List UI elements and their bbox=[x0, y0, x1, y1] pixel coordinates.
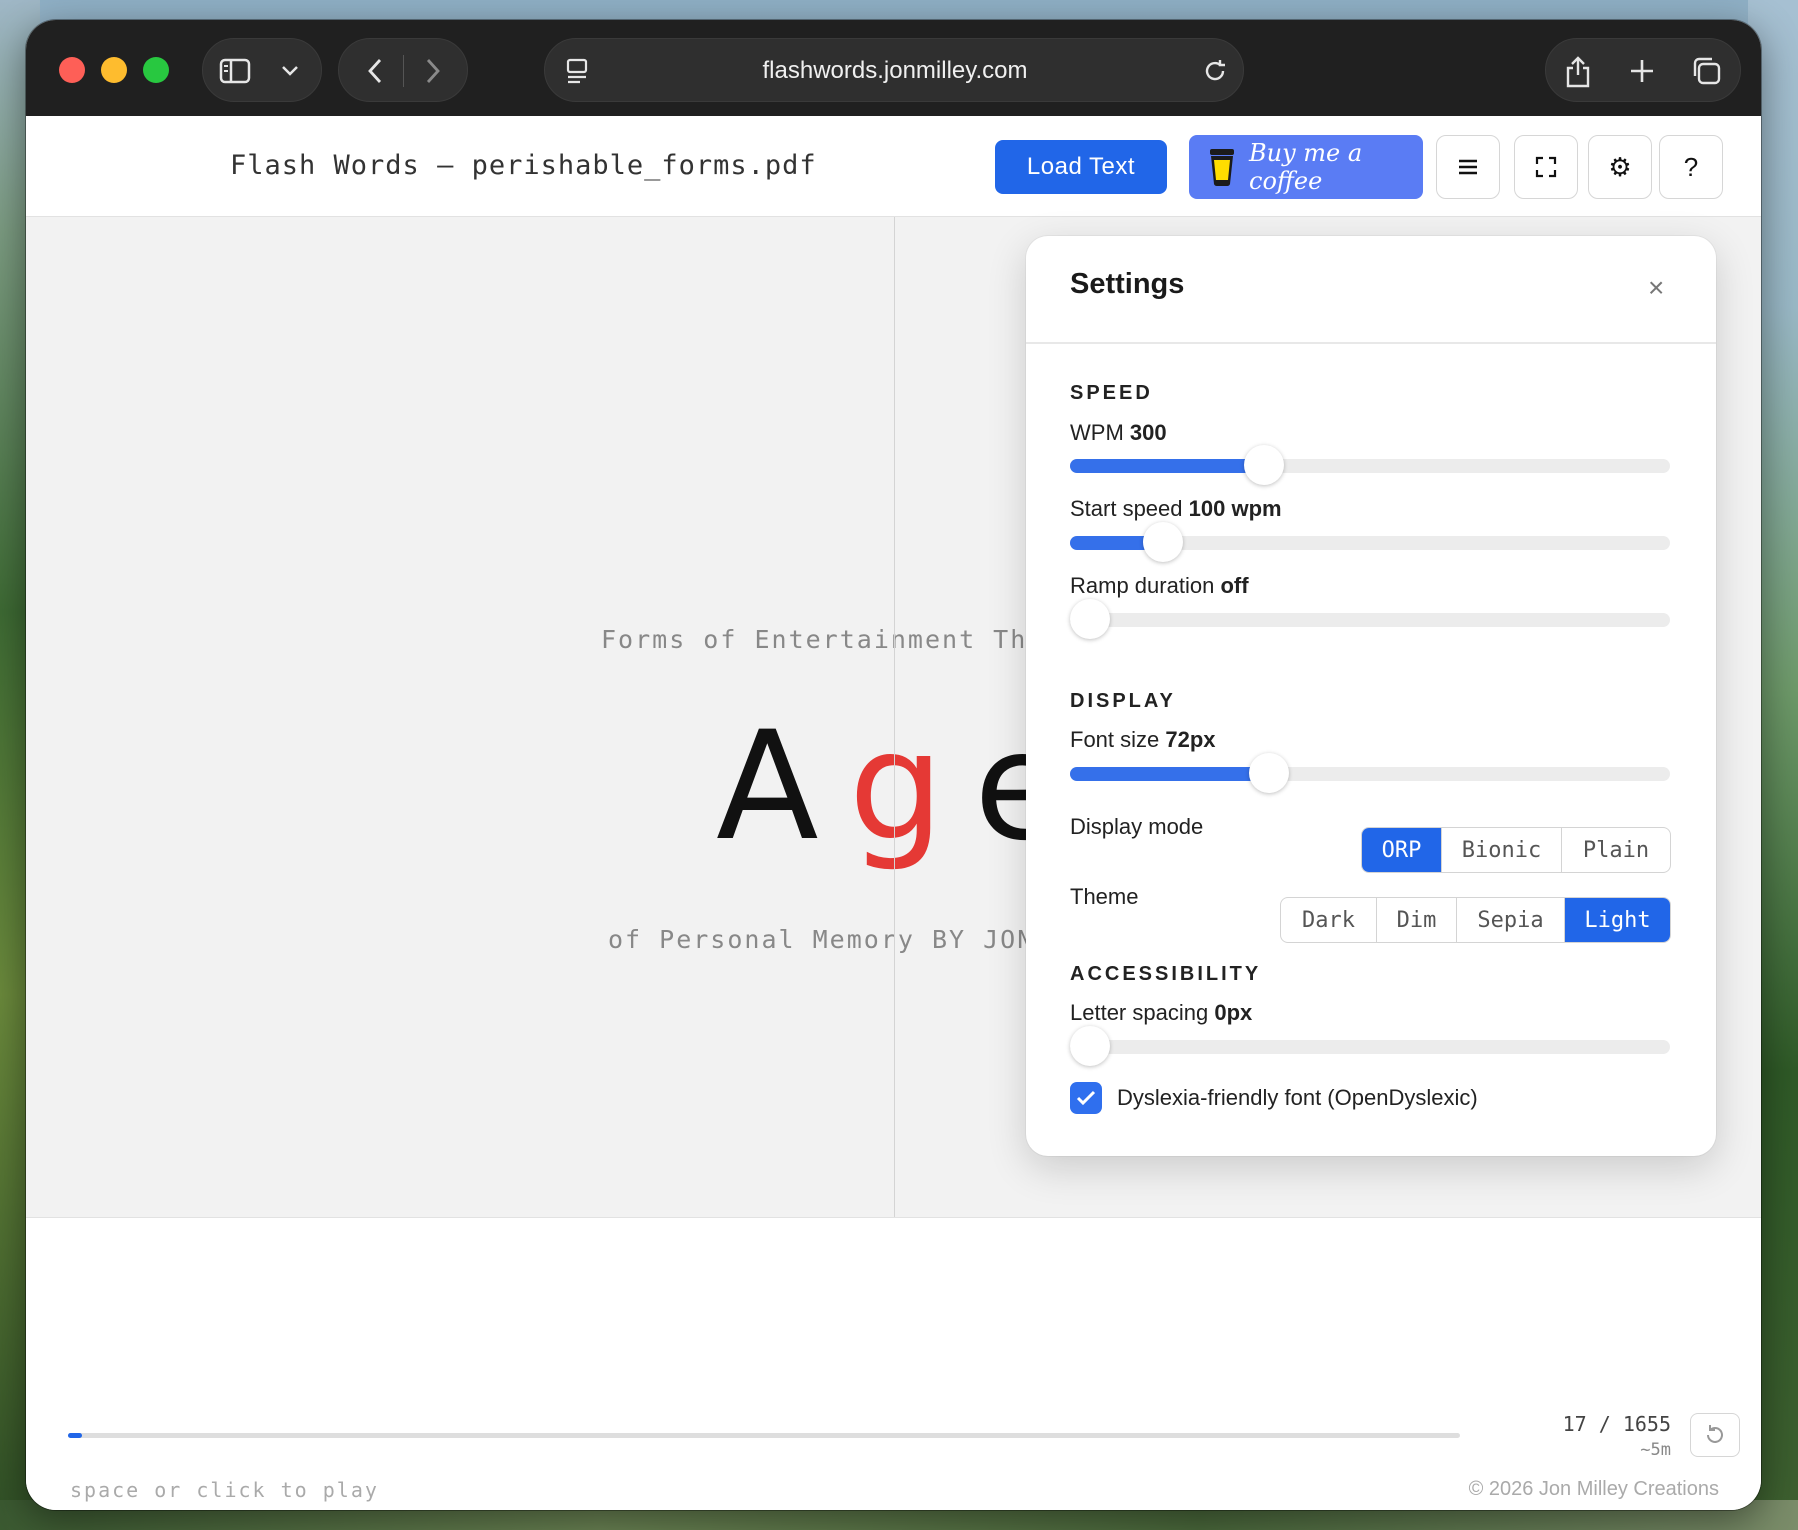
letter-spacing-label-text: Letter spacing bbox=[1070, 1000, 1209, 1025]
theme-label: Theme bbox=[1070, 884, 1139, 909]
reload-icon[interactable] bbox=[1195, 51, 1235, 91]
letter-spacing-value: 0px bbox=[1214, 1000, 1253, 1025]
load-text-button[interactable]: Load Text bbox=[995, 140, 1167, 194]
settings-panel: Settings × SPEED WPM 300 Start speed 100… bbox=[1026, 236, 1716, 1156]
sidebar-icon[interactable] bbox=[215, 51, 255, 91]
tab-overview-icon[interactable] bbox=[1684, 51, 1728, 91]
gear-icon: ⚙ bbox=[1608, 151, 1632, 182]
ramp-duration-slider[interactable] bbox=[1070, 599, 1670, 639]
ramp-duration-label: Ramp duration off bbox=[1070, 573, 1249, 599]
font-size-slider-fill bbox=[1070, 767, 1270, 781]
close-icon[interactable]: × bbox=[1648, 272, 1664, 304]
theme-option-dim[interactable]: Dim bbox=[1377, 898, 1457, 942]
play-hint: space or click to play bbox=[70, 1478, 379, 1502]
mode-option-plain[interactable]: Plain bbox=[1562, 828, 1670, 872]
mode-option-bionic[interactable]: Bionic bbox=[1442, 828, 1562, 872]
browser-actions-group bbox=[1545, 38, 1741, 102]
font-size-label: Font size 72px bbox=[1070, 727, 1216, 753]
buy-me-a-coffee-button[interactable]: Buy me a coffee bbox=[1189, 135, 1423, 199]
speed-heading: SPEED bbox=[1070, 382, 1153, 404]
browser-toolbar: flashwords.jonmilley.com bbox=[26, 20, 1761, 116]
display-mode-toggle: ORP Bionic Plain bbox=[1361, 827, 1671, 873]
display-heading: DISPLAY bbox=[1070, 690, 1176, 712]
wpm-label: WPM 300 bbox=[1070, 420, 1167, 446]
start-speed-value: 100 wpm bbox=[1188, 496, 1282, 521]
dyslexia-label[interactable]: Dyslexia-friendly font (OpenDyslexic) bbox=[1117, 1082, 1478, 1114]
nav-divider bbox=[403, 55, 404, 87]
app-title: Flash Words – perishable_forms.pdf bbox=[230, 150, 817, 181]
maximize-window-button[interactable] bbox=[143, 57, 169, 83]
start-speed-label: Start speed 100 wpm bbox=[1070, 496, 1282, 522]
address-bar[interactable]: flashwords.jonmilley.com bbox=[544, 38, 1244, 102]
hamburger-icon bbox=[1457, 158, 1479, 176]
new-tab-icon[interactable] bbox=[1620, 51, 1664, 91]
dyslexia-checkbox[interactable] bbox=[1070, 1082, 1102, 1114]
wpm-label-text: WPM bbox=[1070, 420, 1124, 445]
mode-option-orp[interactable]: ORP bbox=[1362, 828, 1442, 872]
context-after: of Personal Memory BY JONAT bbox=[608, 925, 1029, 954]
theme-toggle: Dark Dim Sepia Light bbox=[1280, 897, 1671, 943]
sidebar-toggle-group bbox=[202, 38, 322, 102]
progress-bar[interactable] bbox=[68, 1433, 1460, 1438]
navigation-group bbox=[338, 38, 468, 102]
context-before: Forms of Entertainment The C bbox=[601, 625, 1029, 654]
back-arrow-icon[interactable] bbox=[357, 51, 393, 91]
ramp-duration-label-text: Ramp duration bbox=[1070, 573, 1215, 598]
player-footer bbox=[26, 1217, 1761, 1510]
ramp-duration-slider-thumb[interactable] bbox=[1070, 599, 1110, 639]
browser-window: flashwords.jonmilley.com Flash Words – p… bbox=[26, 20, 1761, 1510]
start-speed-slider-thumb[interactable] bbox=[1142, 522, 1183, 562]
fullscreen-icon bbox=[1535, 156, 1557, 178]
settings-button[interactable]: ⚙ bbox=[1588, 135, 1652, 199]
fullscreen-button[interactable] bbox=[1514, 135, 1578, 199]
menu-button[interactable] bbox=[1436, 135, 1500, 199]
start-speed-slider[interactable] bbox=[1070, 522, 1670, 562]
font-size-slider[interactable] bbox=[1070, 753, 1670, 793]
restart-button[interactable] bbox=[1690, 1413, 1740, 1457]
progress-fill bbox=[68, 1433, 83, 1438]
accessibility-heading: ACCESSIBILITY bbox=[1070, 963, 1262, 985]
checkmark-icon bbox=[1076, 1090, 1096, 1106]
wpm-value: 300 bbox=[1129, 420, 1167, 445]
help-button[interactable]: ? bbox=[1659, 135, 1723, 199]
coffee-button-label: Buy me a coffee bbox=[1249, 139, 1363, 195]
start-speed-label-text: Start speed bbox=[1070, 496, 1183, 521]
theme-option-dark[interactable]: Dark bbox=[1281, 898, 1377, 942]
app-header: Flash Words – perishable_forms.pdf bbox=[26, 116, 1761, 217]
minimize-window-button[interactable] bbox=[101, 57, 127, 83]
chevron-down-icon[interactable] bbox=[275, 51, 305, 91]
ramp-duration-value: off bbox=[1220, 573, 1249, 598]
theme-option-sepia[interactable]: Sepia bbox=[1457, 898, 1565, 942]
reader-clip: Forms of Entertainment The C Age of Pers… bbox=[26, 217, 1029, 1217]
settings-divider bbox=[1026, 342, 1716, 344]
url-text: flashwords.jonmilley.com bbox=[762, 57, 1028, 84]
display-mode-label: Display mode bbox=[1070, 814, 1204, 839]
font-size-value: 72px bbox=[1165, 727, 1216, 752]
font-size-slider-thumb[interactable] bbox=[1249, 753, 1290, 793]
letter-spacing-label: Letter spacing 0px bbox=[1070, 1000, 1252, 1026]
word-prefix: A bbox=[716, 700, 849, 874]
word-count: 17 / 1655 bbox=[1562, 1412, 1671, 1436]
share-icon[interactable] bbox=[1556, 51, 1600, 91]
wpm-slider-thumb[interactable] bbox=[1243, 445, 1284, 485]
settings-title: Settings bbox=[1070, 268, 1185, 300]
close-window-button[interactable] bbox=[59, 57, 85, 83]
time-remaining: ~5m bbox=[1640, 1440, 1671, 1460]
word-orp-letter: g bbox=[848, 700, 974, 874]
copyright: © 2026 Jon Milley Creations bbox=[1468, 1478, 1719, 1500]
wpm-slider[interactable] bbox=[1070, 445, 1670, 485]
letter-spacing-slider[interactable] bbox=[1070, 1026, 1670, 1066]
focus-guide-line bbox=[894, 217, 895, 1217]
restart-icon bbox=[1703, 1423, 1727, 1447]
font-size-label-text: Font size bbox=[1070, 727, 1160, 752]
forward-arrow-icon[interactable] bbox=[415, 51, 451, 91]
help-label: ? bbox=[1683, 151, 1699, 182]
wpm-slider-fill bbox=[1070, 459, 1264, 473]
coffee-cup-icon bbox=[1207, 146, 1237, 188]
current-word: Age bbox=[716, 707, 1029, 867]
letter-spacing-slider-thumb[interactable] bbox=[1070, 1026, 1110, 1066]
word-suffix: e bbox=[974, 700, 1029, 874]
theme-option-light[interactable]: Light bbox=[1565, 898, 1670, 942]
